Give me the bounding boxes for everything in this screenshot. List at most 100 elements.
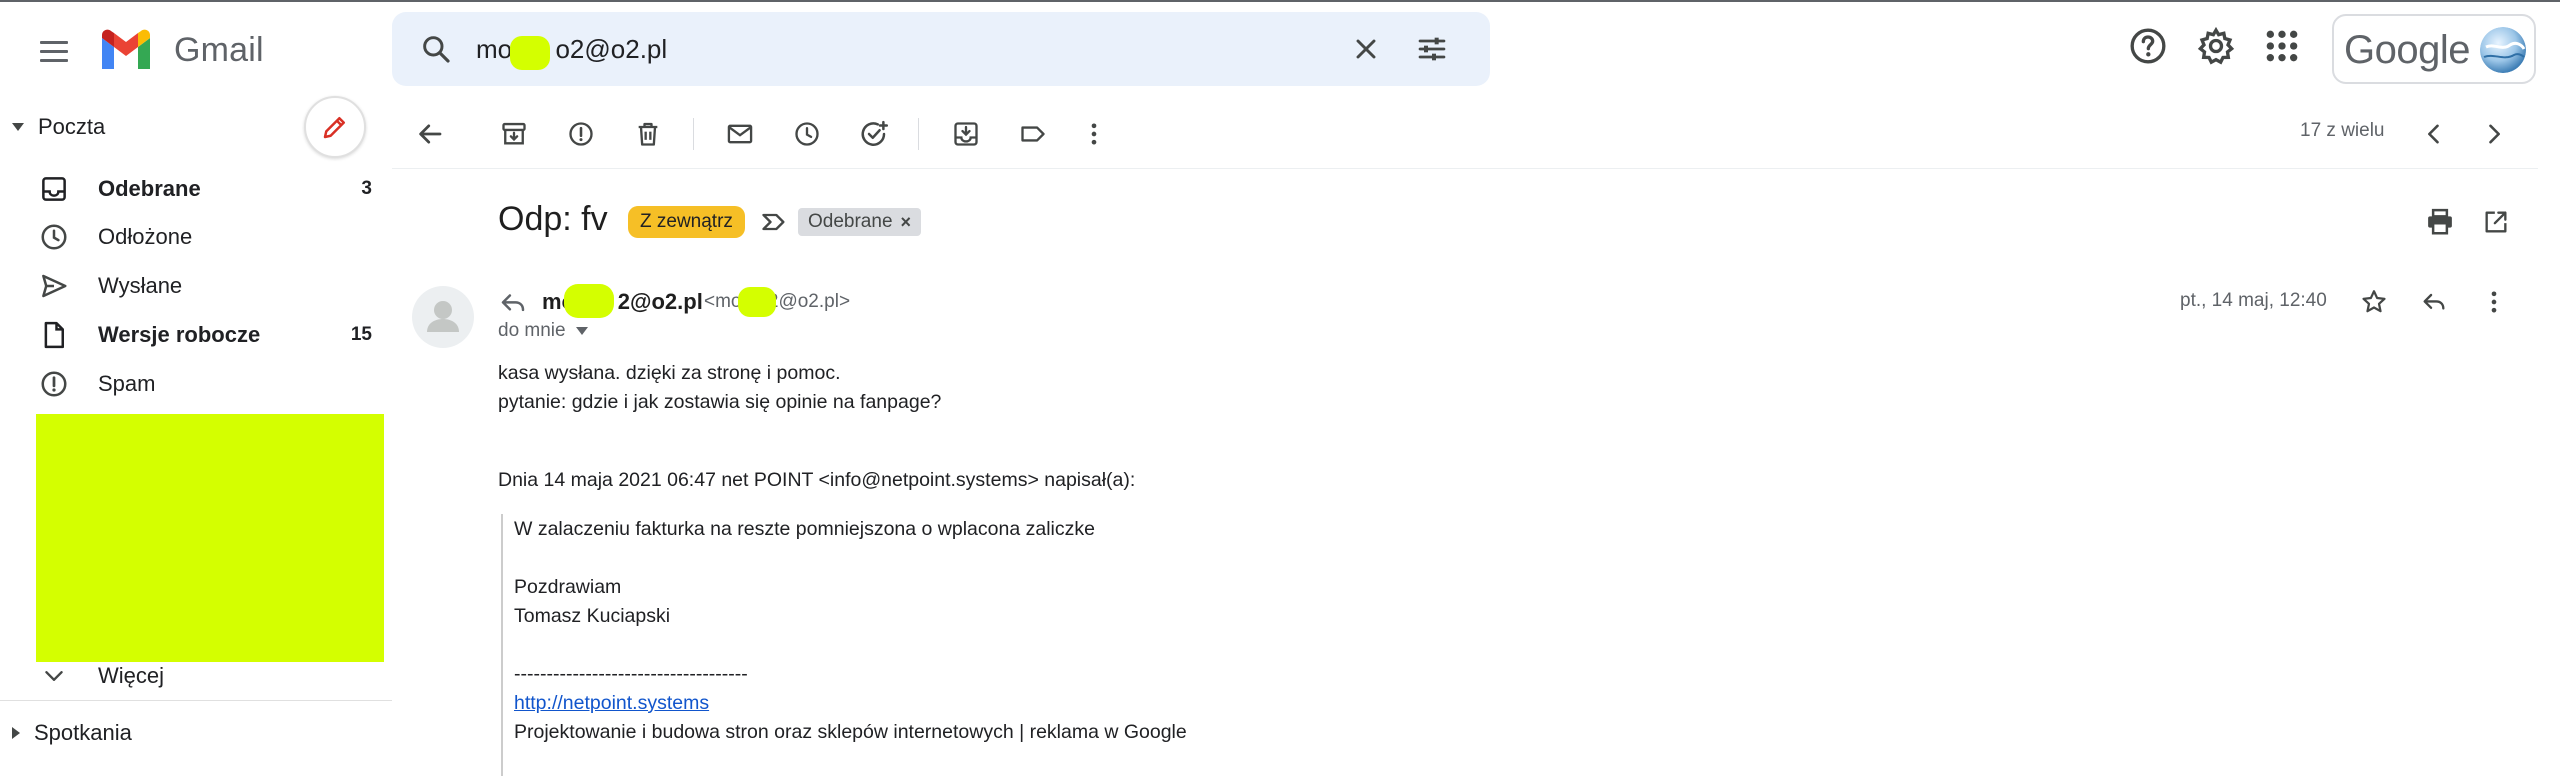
reply-button[interactable]: [2414, 282, 2454, 322]
star-icon: [2362, 290, 2386, 313]
compose-button[interactable]: [304, 96, 366, 158]
caret-right-icon: [12, 727, 20, 739]
mark-unread-button[interactable]: [720, 114, 760, 154]
importance-marker-icon[interactable]: [760, 208, 788, 236]
search-options-icon[interactable]: [1416, 33, 1448, 65]
sidebar-item-label: Wysłane: [98, 273, 183, 298]
message-body-line: kasa wysłana. dzięki za stronę i pomoc.: [498, 362, 841, 384]
help-icon[interactable]: [2128, 26, 2168, 66]
caret-down-icon: [12, 123, 24, 131]
clock-icon: [795, 122, 819, 146]
sidebar-item-snoozed[interactable]: Odłożone: [36, 213, 376, 261]
external-label: Z zewnątrz: [628, 206, 745, 238]
redacted-sender-fragment: [564, 284, 614, 318]
recipient-text: do mnie: [498, 320, 566, 341]
quoted-greeting: Pozdrawiam: [514, 576, 622, 598]
reply-icon: [2423, 293, 2445, 310]
more-vert-icon: [2491, 291, 2497, 313]
caret-down-icon: [575, 327, 588, 335]
quote-header: Dnia 14 maja 2021 06:47 net POINT <info@…: [498, 469, 1136, 491]
inbox-label-chip: Odebrane ×: [798, 208, 922, 236]
unread-count: 3: [361, 178, 372, 199]
sidebar-divider: [0, 700, 392, 701]
arrow-left-icon: [419, 124, 442, 144]
sidebar-item-label: Odebrane: [98, 176, 201, 201]
spam-icon: [36, 366, 72, 402]
search-bar[interactable]: [392, 12, 1490, 86]
gmail-logo[interactable]: Gmail: [98, 28, 264, 72]
redacted-search-fragment: [510, 36, 550, 70]
move-to-button[interactable]: [946, 114, 986, 154]
sidebar-item-sent[interactable]: Wysłane: [36, 262, 376, 310]
toolbar-divider: [392, 168, 2538, 169]
sidebar-item-drafts[interactable]: Wersje robocze 15: [36, 311, 376, 359]
avatar: [2480, 27, 2526, 73]
toolbar-separator: [693, 118, 694, 150]
chevron-left-icon: [2428, 124, 2439, 144]
apps-grid-icon[interactable]: [2262, 26, 2302, 66]
section-meetings-label: Spotkania: [34, 720, 132, 745]
section-mail-label: Poczta: [38, 114, 106, 139]
pagination-status: 17 z wielu: [2300, 120, 2385, 141]
toolbar-separator: [918, 118, 919, 150]
pencil-icon: [323, 117, 345, 139]
google-wordmark: Google: [2344, 28, 2470, 72]
clock-icon: [36, 219, 72, 255]
quoted-tagline: Projektowanie i budowa stron oraz sklepó…: [514, 721, 1187, 743]
search-icon[interactable]: [420, 33, 452, 65]
person-icon: [427, 301, 459, 332]
remove-label-icon[interactable]: ×: [901, 208, 912, 236]
sidebar-item-more[interactable]: Więcej: [36, 652, 376, 700]
sidebar-item-inbox[interactable]: Odebrane 3: [36, 165, 376, 213]
report-spam-button[interactable]: [561, 114, 601, 154]
gear-icon[interactable]: [2196, 26, 2236, 66]
chevron-right-icon: [2489, 124, 2500, 144]
older-button[interactable]: [2474, 114, 2514, 154]
open-in-new-icon: [2485, 211, 2507, 233]
sidebar-item-label: Wersje robocze: [98, 322, 261, 347]
sidebar-item-spam[interactable]: Spam: [36, 360, 376, 408]
sender-email: <mo 2@o2.pl>: [704, 291, 851, 312]
account-button[interactable]: Google: [2332, 14, 2536, 84]
sidebar-item-label: Odłożone: [98, 224, 193, 249]
main-menu-icon[interactable]: [34, 31, 74, 71]
snooze-button[interactable]: [787, 114, 827, 154]
more-vert-icon: [1091, 123, 1097, 145]
quoted-signature-name: Tomasz Kuciapski: [514, 605, 671, 627]
newer-button[interactable]: [2414, 114, 2454, 154]
move-to-icon: [954, 122, 978, 146]
chevron-down-icon: [36, 658, 72, 694]
draft-count: 15: [350, 324, 372, 345]
archive-icon: [502, 122, 526, 145]
open-new-window-button[interactable]: [2476, 202, 2516, 242]
close-icon[interactable]: [1350, 33, 1382, 65]
sender-avatar[interactable]: [412, 286, 474, 348]
message-body-line: pytanie: gdzie i jak zostawia się opinie…: [498, 391, 942, 413]
window-top-border: [0, 0, 2560, 2]
star-button[interactable]: [2354, 282, 2394, 322]
quoted-text-line: W zalaczeniu fakturka na reszte pomniejs…: [514, 518, 1095, 540]
quoted-separator: ------------------------------------: [514, 663, 748, 685]
add-to-tasks-button[interactable]: [854, 114, 894, 154]
search-input[interactable]: [476, 12, 1336, 86]
back-button[interactable]: [410, 114, 450, 154]
quoted-website-link[interactable]: http://netpoint.systems: [514, 692, 709, 715]
trash-icon: [638, 122, 658, 146]
labels-button[interactable]: [1013, 114, 1053, 154]
delete-button[interactable]: [628, 114, 668, 154]
draft-icon: [36, 317, 72, 353]
message-date: pt., 14 maj, 12:40: [2180, 290, 2327, 311]
section-mail[interactable]: Poczta: [12, 112, 105, 142]
label-icon: [1021, 126, 1045, 142]
redacted-labels-block: [36, 414, 384, 662]
print-button[interactable]: [2420, 202, 2460, 242]
replied-indicator-icon: [501, 294, 525, 312]
section-meetings[interactable]: Spotkania: [12, 718, 132, 748]
more-actions-button[interactable]: [1074, 114, 1114, 154]
recipient-details-toggle[interactable]: do mnie: [498, 320, 588, 342]
message-more-button[interactable]: [2474, 282, 2514, 322]
print-icon: [2428, 208, 2452, 235]
mail-icon: [727, 124, 753, 144]
archive-button[interactable]: [494, 114, 534, 154]
quote-bar: [501, 514, 503, 776]
